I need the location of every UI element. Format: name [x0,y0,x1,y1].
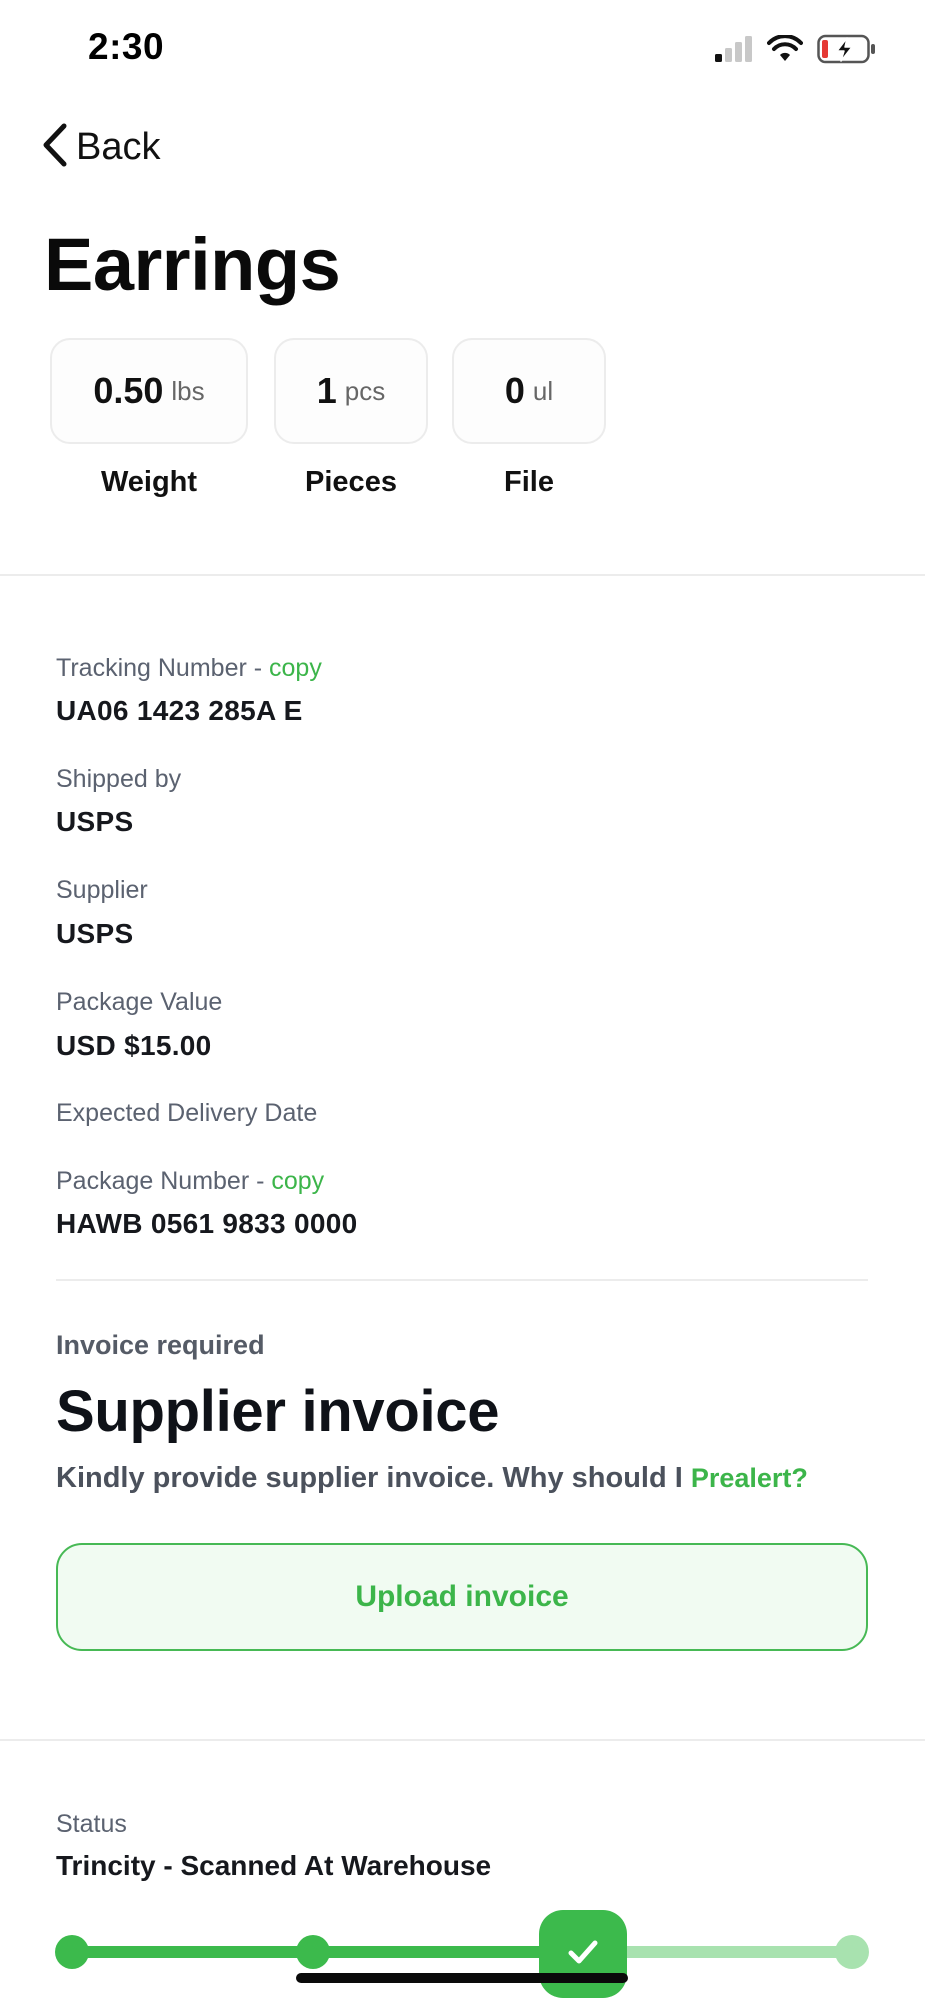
package-value-label: Package Value [56,988,223,1016]
page-title: Earrings [44,223,341,306]
invoice-title: Supplier invoice [56,1379,500,1444]
package-number-label-text: Package Number - [56,1167,272,1195]
copy-tracking-link[interactable]: copy [269,654,322,682]
package-value-value: USD $15.00 [56,1030,212,1061]
shipped-by-value: USPS [56,806,134,837]
wifi-icon [767,33,803,68]
shipped-by-label: Shipped by [56,765,182,793]
chevron-left-icon [40,122,70,173]
back-label: Back [76,126,161,168]
weight-card: 0.50 lbs [50,338,248,444]
progress-step-4 [835,1935,869,1969]
upload-invoice-label: Upload invoice [355,1580,569,1613]
back-button[interactable]: Back [40,122,160,173]
status-divider [0,1739,925,1741]
file-card: 0 ul [452,338,606,444]
tracking-number-label-text: Tracking Number - [56,654,270,682]
package-number-value: HAWB 0561 9833 0000 [56,1208,358,1239]
progress-step-current [539,1910,627,1998]
weight-value: 0.50 [93,370,164,411]
invoice-description-text: Kindly provide supplier invoice. Why sho… [56,1462,691,1494]
copy-package-number-link[interactable]: copy [271,1167,324,1195]
pieces-unit: pcs [344,375,386,406]
details-divider [56,1279,868,1281]
pieces-value: 1 [316,370,337,411]
progress-step-2 [296,1935,330,1969]
status-value: Trincity - Scanned At Warehouse [56,1850,492,1881]
home-indicator[interactable] [296,1973,628,1983]
invoice-description: Kindly provide supplier invoice. Why sho… [56,1462,808,1495]
prealert-link[interactable]: Prealert? [691,1463,808,1493]
section-divider [0,574,925,576]
cellular-signal-icon [713,35,753,68]
tracking-number-label: Tracking Number - copy [56,654,322,683]
file-unit: ul [532,375,554,406]
status-bar: 2:30 [0,0,925,100]
tracking-number-value: UA06 1423 285A E [56,695,303,726]
supplier-label: Supplier [56,876,148,904]
upload-invoice-button[interactable]: Upload invoice [56,1543,868,1651]
file-value: 0 [504,370,525,411]
battery-charging-icon [817,34,877,69]
weight-unit: lbs [171,375,205,406]
pieces-card: 1 pcs [274,338,428,444]
invoice-required-label: Invoice required [56,1330,265,1360]
status-time: 2:30 [88,26,165,67]
status-label: Status [56,1810,127,1838]
pieces-label: Pieces [305,466,397,498]
status-icons [713,33,877,69]
file-label: File [504,466,554,498]
weight-label: Weight [100,466,198,498]
expected-delivery-label: Expected Delivery Date [56,1099,318,1127]
progress-step-1 [55,1935,89,1969]
checkmark-icon [566,1937,600,1972]
package-number-label: Package Number - copy [56,1167,324,1196]
supplier-value: USPS [56,918,134,949]
